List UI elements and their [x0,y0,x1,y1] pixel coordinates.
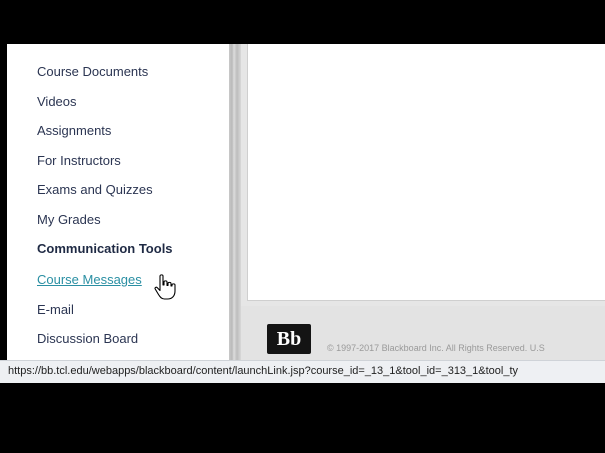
sidebar-item-course-messages[interactable]: Course Messages [37,272,142,287]
sidebar-collapse-handle[interactable] [229,44,241,360]
sidebar-heading-communication-tools: Communication Tools [37,241,173,256]
page-footer: Bb © 1997-2017 Blackboard Inc. All Right… [241,306,605,360]
sidebar-item-email[interactable]: E-mail [37,302,74,317]
sidebar-item-discussion-board[interactable]: Discussion Board [37,331,138,346]
course-menu-sidebar: Course Documents Videos Assignments For … [7,44,229,360]
sidebar-item-course-documents[interactable]: Course Documents [37,64,148,79]
hand-pointer-cursor-icon [154,274,176,300]
sidebar-item-assignments[interactable]: Assignments [37,123,111,138]
sidebar-item-my-grades[interactable]: My Grades [37,212,101,227]
content-panel [247,44,605,301]
browser-viewport: Course Documents Videos Assignments For … [7,44,605,360]
blackboard-logo[interactable]: Bb [267,324,311,354]
browser-status-bar: https://bb.tcl.edu/webapps/blackboard/co… [0,360,605,383]
sidebar-item-exams-and-quizzes[interactable]: Exams and Quizzes [37,182,153,197]
sidebar-item-for-instructors[interactable]: For Instructors [37,153,121,168]
copyright-text: © 1997-2017 Blackboard Inc. All Rights R… [327,343,545,353]
status-bar-url: https://bb.tcl.edu/webapps/blackboard/co… [8,365,519,377]
sidebar-item-videos[interactable]: Videos [37,94,77,109]
